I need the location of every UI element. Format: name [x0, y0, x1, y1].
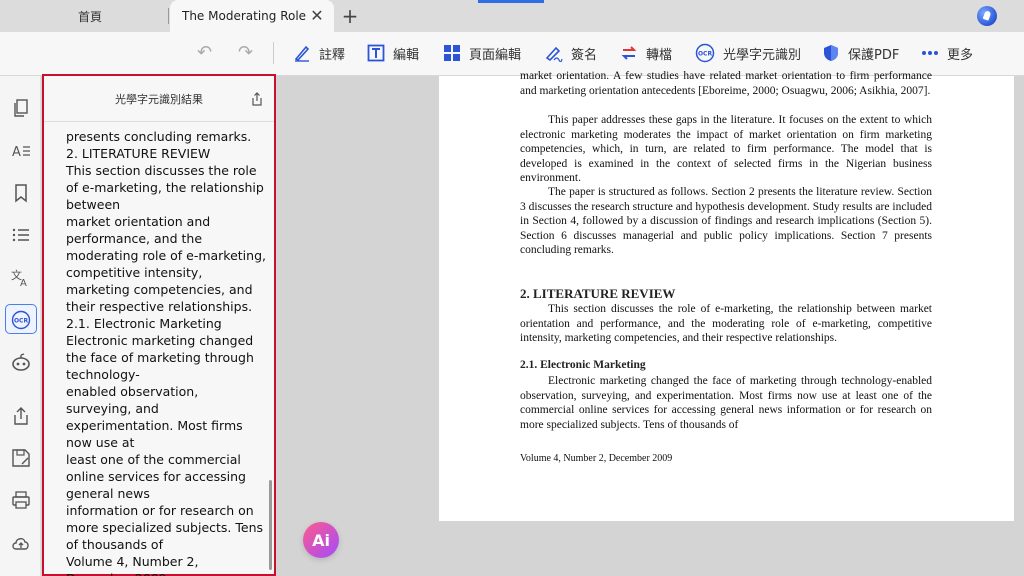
undo-icon[interactable]: ↶	[197, 42, 212, 63]
sign-label: 簽名	[571, 47, 598, 63]
profile-icon[interactable]	[977, 6, 997, 26]
annotate-label: 註釋	[319, 47, 346, 63]
edit-label: 編輯	[393, 47, 420, 63]
close-icon[interactable]: ✕	[310, 8, 324, 24]
ocr-panel-title: 光學字元識別結果	[115, 92, 203, 106]
ai-assistant-icon[interactable]	[11, 352, 31, 372]
ocr-rail-icon[interactable]: OCR	[11, 310, 31, 330]
tab-separator	[168, 8, 169, 24]
share-icon[interactable]	[250, 92, 264, 106]
ocr-button[interactable]: OCR 光學字元識別	[695, 40, 801, 66]
bookmark-icon[interactable]	[11, 183, 31, 203]
ocr-result-text[interactable]: presents concluding remarks. 2. LITERATU…	[66, 128, 266, 576]
tab-home-label: 首頁	[78, 9, 103, 24]
ocr-label: 光學字元識別	[723, 47, 802, 63]
svg-text:OCR: OCR	[14, 318, 29, 325]
annotate-button[interactable]: 註釋	[293, 40, 345, 66]
protect-pdf-label: 保護PDF	[848, 47, 900, 63]
tab-document[interactable]: The Moderating Role of... ✕	[170, 0, 334, 32]
text-list-icon[interactable]: A	[11, 141, 31, 161]
edit-button[interactable]: 編輯	[367, 40, 419, 66]
shield-icon	[824, 45, 838, 61]
doc-paragraph: market orientation. A few studies have r…	[520, 70, 932, 97]
tab-home[interactable]: 首頁	[0, 0, 170, 32]
more-button[interactable]: 更多	[921, 40, 973, 66]
tab-document-title: The Moderating Role of...	[182, 9, 310, 23]
svg-text:A: A	[12, 145, 21, 160]
translate-icon[interactable]: 文A	[11, 267, 31, 287]
ocr-scrollbar[interactable]	[269, 480, 272, 570]
convert-icon	[621, 46, 637, 60]
text-edit-icon	[367, 44, 385, 62]
doc-footer: Volume 4, Number 2, December 2009	[520, 453, 673, 464]
share-export-icon[interactable]	[11, 406, 31, 426]
ai-assistant-button[interactable]: Ai	[303, 522, 339, 558]
outline-list-icon[interactable]	[11, 225, 31, 245]
page-grid-icon	[444, 45, 460, 61]
ocr-result-panel: 光學字元識別結果 presents concluding remarks. 2.…	[42, 74, 276, 576]
convert-label: 轉檔	[646, 47, 673, 63]
doc-paragraph: The paper is structured as follows. Sect…	[520, 186, 932, 256]
pen-annotate-icon	[294, 45, 310, 62]
active-indicator	[478, 0, 544, 3]
page-edit-label: 頁面編輯	[469, 47, 522, 63]
print-icon[interactable]	[11, 490, 31, 510]
doc-paragraph: This paper addresses these gaps in the l…	[520, 114, 932, 184]
ocr-icon: OCR	[695, 43, 715, 63]
svg-text:OCR: OCR	[698, 51, 713, 58]
redo-icon[interactable]: ↷	[238, 42, 253, 63]
protect-pdf-button[interactable]: 保護PDF	[822, 40, 899, 66]
convert-button[interactable]: 轉檔	[620, 40, 672, 66]
new-tab-button[interactable]: +	[340, 5, 360, 27]
doc-paragraph: Electronic marketing changed the face of…	[520, 375, 932, 431]
ocr-panel-header: 光學字元識別結果	[44, 76, 274, 122]
doc-paragraph: This section discusses the role of e-mar…	[520, 303, 932, 344]
doc-heading: 2. LITERATURE REVIEW	[520, 286, 676, 301]
save-as-icon[interactable]	[11, 448, 31, 468]
signature-icon	[545, 46, 563, 62]
page-edit-button[interactable]: 頁面編輯	[443, 40, 521, 66]
svg-text:A: A	[20, 278, 27, 287]
toolbar-divider	[273, 42, 274, 64]
document-page: market orientation. A few studies have r…	[439, 70, 1014, 521]
thumbnails-icon[interactable]	[11, 98, 31, 118]
tab-bar: 首頁 The Moderating Role of... ✕ +	[0, 0, 1024, 32]
sign-button[interactable]: 簽名	[545, 40, 597, 66]
more-dots-icon	[922, 51, 938, 55]
cloud-upload-icon[interactable]	[11, 533, 31, 553]
doc-subheading: 2.1. Electronic Marketing	[520, 359, 646, 371]
more-label: 更多	[947, 47, 974, 63]
